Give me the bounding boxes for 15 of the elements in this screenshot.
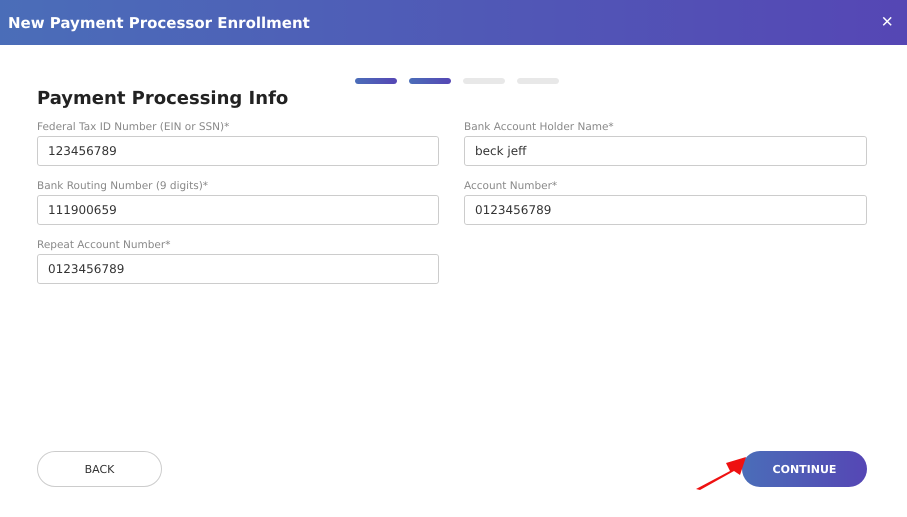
field-label: Bank Account Holder Name* [464, 121, 615, 133]
field-label: Repeat Account Number* [37, 239, 172, 251]
continue-button[interactable]: CONTINUE [742, 451, 867, 487]
field-label: Bank Routing Number (9 digits)* [37, 180, 210, 192]
field-label: Federal Tax ID Number (EIN or SSN)* [37, 121, 230, 133]
back-button[interactable]: BACK [37, 451, 162, 487]
field-label: Account Number* [464, 180, 558, 192]
input-field[interactable]: 111900659 [37, 195, 439, 225]
input-field[interactable]: beck jeff [464, 136, 867, 166]
section-title: Payment Processing Info [37, 88, 290, 109]
close-button[interactable]: × [877, 11, 897, 34]
input-field[interactable]: 0123456789 [37, 254, 439, 284]
input-field[interactable]: 0123456789 [464, 195, 867, 225]
window-title: New Payment Processor Enrollment [8, 14, 310, 32]
input-field[interactable]: 123456789 [37, 136, 439, 166]
